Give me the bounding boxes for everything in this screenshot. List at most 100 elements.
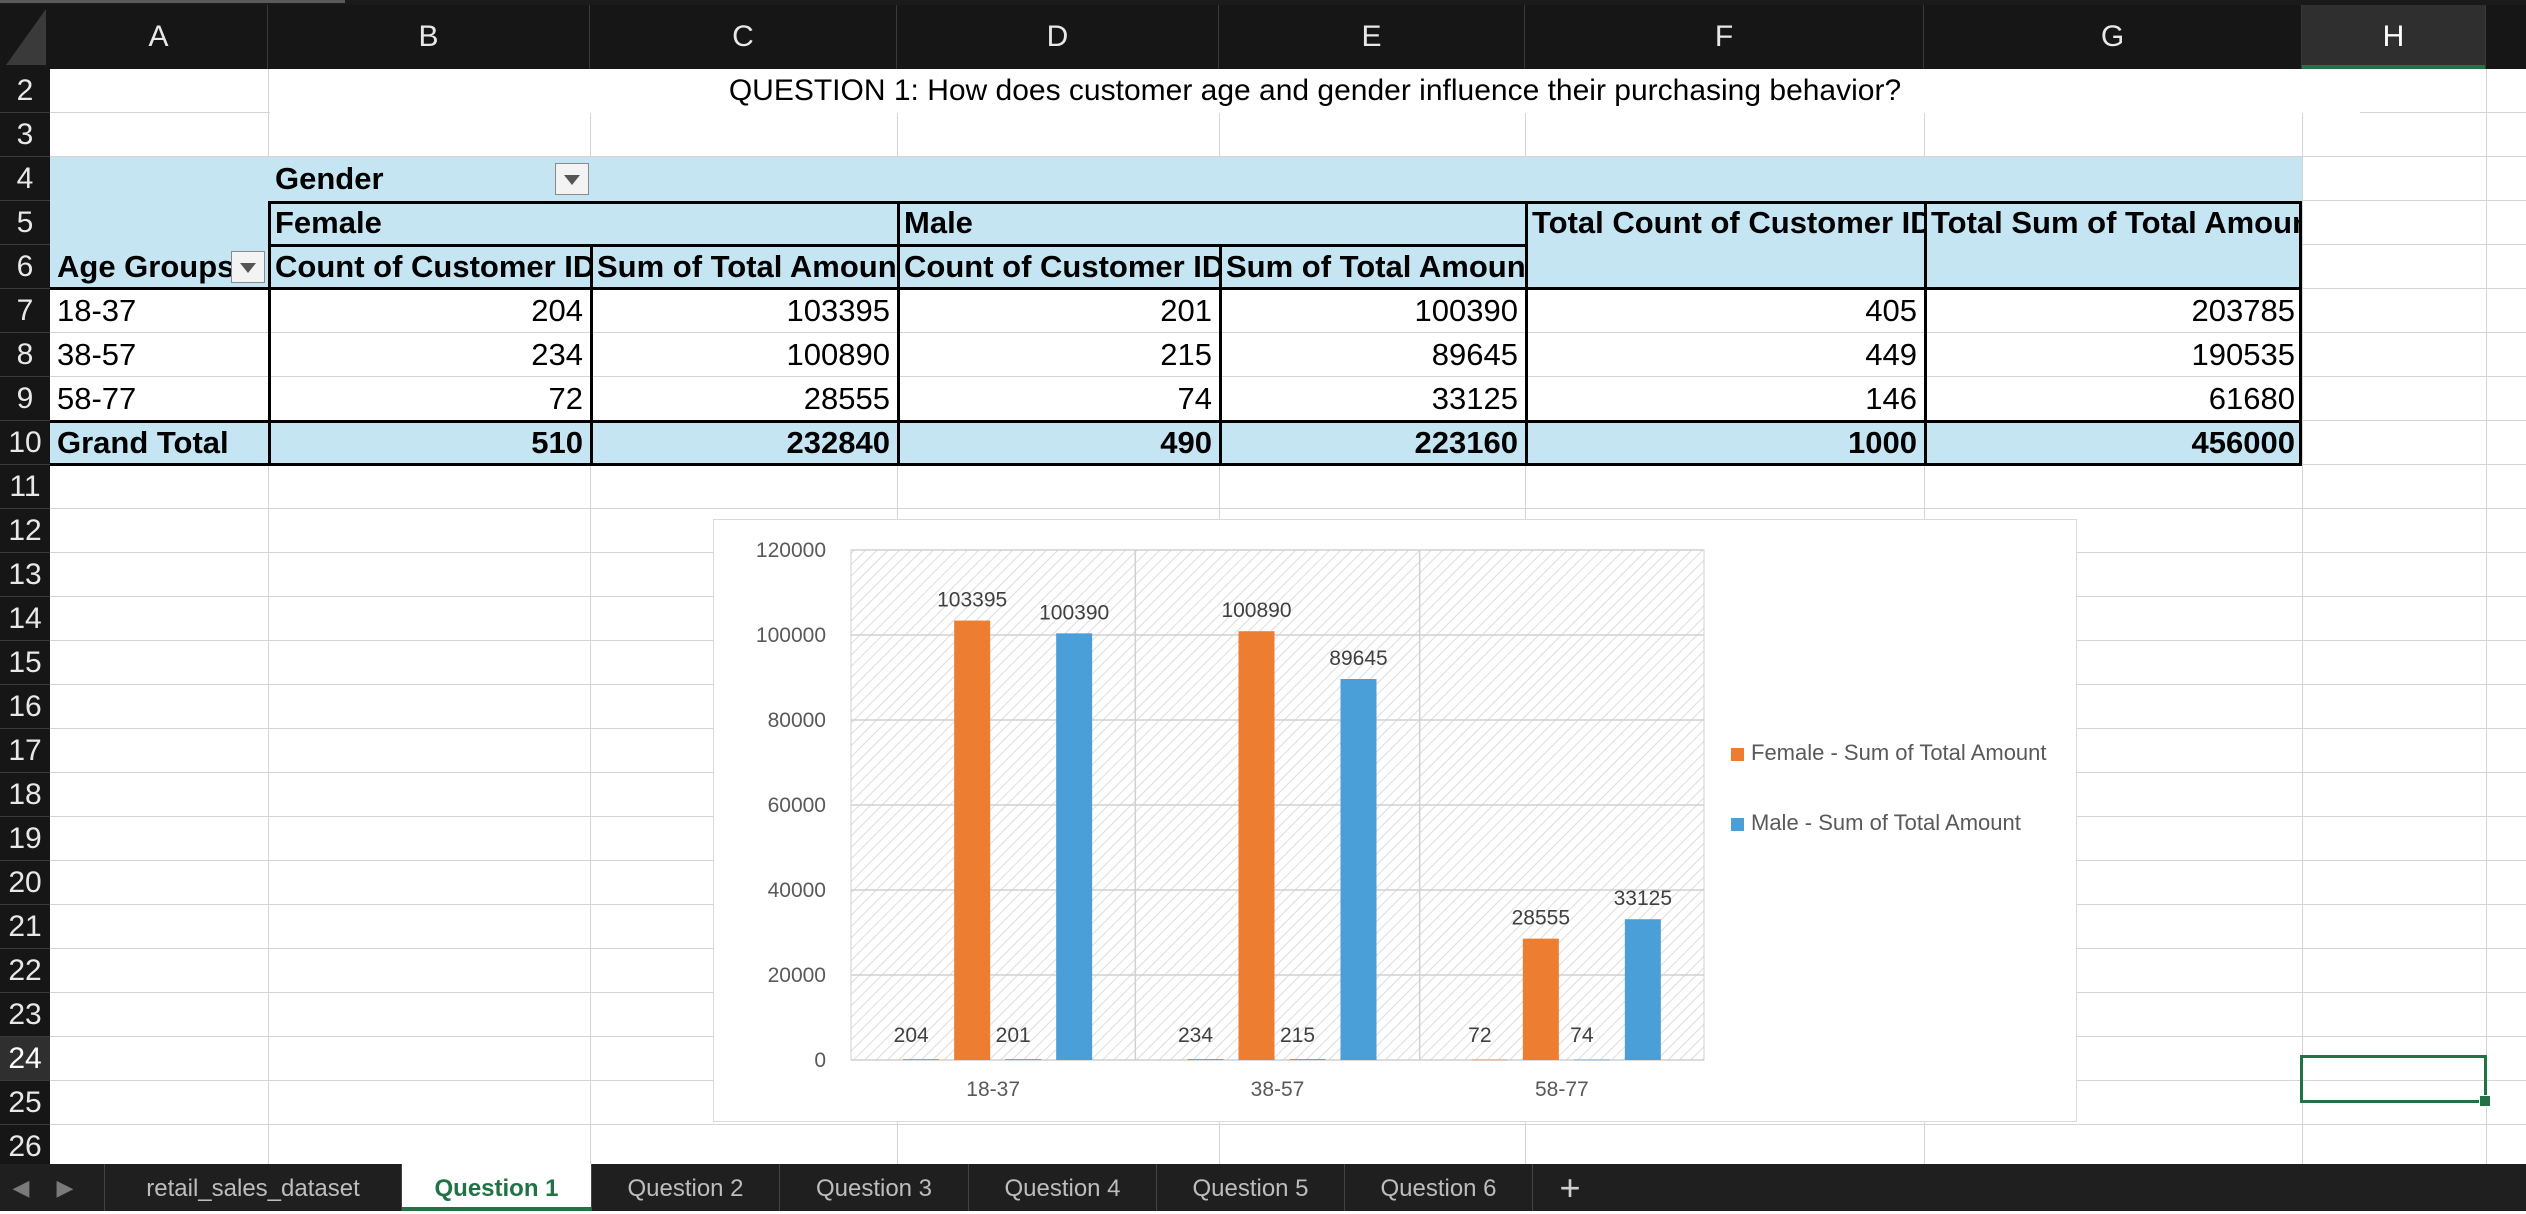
- pivot-female-label[interactable]: Female: [268, 201, 590, 245]
- row-header-8[interactable]: 8: [0, 333, 50, 377]
- pivot-cell[interactable]: 146: [1525, 377, 1924, 421]
- pivot-male-label[interactable]: Male: [897, 201, 1219, 245]
- sheet-title[interactable]: QUESTION 1: How does customer age and ge…: [270, 69, 2360, 113]
- pivot-gender-label[interactable]: Gender: [268, 157, 590, 201]
- row-header-23[interactable]: 23: [0, 993, 50, 1037]
- legend-swatch: [1731, 818, 1744, 831]
- pivot-cell[interactable]: 204: [268, 289, 590, 333]
- pivot-cell[interactable]: 201: [897, 289, 1219, 333]
- row-header-4[interactable]: 4: [0, 157, 50, 201]
- row-header-18[interactable]: 18: [0, 773, 50, 817]
- row-header-22[interactable]: 22: [0, 949, 50, 993]
- row-header-19[interactable]: 19: [0, 817, 50, 861]
- row-header-26[interactable]: 26: [0, 1125, 50, 1164]
- x-tick-label: 18-37: [966, 1078, 1020, 1101]
- x-tick-label: 58-77: [1535, 1078, 1589, 1101]
- column-header-b[interactable]: B: [268, 5, 590, 69]
- y-tick-label: 40000: [768, 879, 826, 902]
- sheet-tab-bar: ◀ ▶ retail_sales_dataset Question 1 Ques…: [0, 1164, 2526, 1211]
- y-tick-label: 100000: [756, 624, 826, 647]
- row-header-6[interactable]: 6: [0, 245, 50, 289]
- pivot-total-cell[interactable]: 1000: [1525, 421, 1924, 465]
- column-header-h[interactable]: H: [2302, 5, 2486, 69]
- pivot-row-label[interactable]: 58-77: [50, 377, 268, 421]
- pivot-cell[interactable]: 89645: [1219, 333, 1525, 377]
- pivot-cell[interactable]: 203785: [1924, 289, 2302, 333]
- pivot-cell[interactable]: 405: [1525, 289, 1924, 333]
- row-header-17[interactable]: 17: [0, 729, 50, 773]
- pivot-total-sum-header[interactable]: Total Sum of Total Amount: [1924, 201, 2302, 245]
- data-label: 100390: [1039, 601, 1109, 624]
- pivot-cell[interactable]: 103395: [590, 289, 897, 333]
- row-header-10[interactable]: 10: [0, 421, 50, 465]
- bar: [1238, 631, 1275, 1060]
- pivot-male-count-header[interactable]: Count of Customer ID: [897, 245, 1219, 289]
- row-header-14[interactable]: 14: [0, 597, 50, 641]
- pivot-cell[interactable]: 100390: [1219, 289, 1525, 333]
- pivot-total-cell[interactable]: 232840: [590, 421, 897, 465]
- row-header-21[interactable]: 21: [0, 905, 50, 949]
- pivot-cell[interactable]: 72: [268, 377, 590, 421]
- pivot-total-cell[interactable]: 223160: [1219, 421, 1525, 465]
- row-header-20[interactable]: 20: [0, 861, 50, 905]
- pivot-female-sum-header[interactable]: Sum of Total Amount: [590, 245, 897, 289]
- plus-icon[interactable]: +: [1540, 1164, 1600, 1211]
- bar-chart[interactable]: 0 20000 40000 60000 80000 100000 120000 204 1033…: [713, 519, 2077, 1122]
- pivot-grand-total-label[interactable]: Grand Total: [50, 421, 268, 465]
- pivot-male-sum-header[interactable]: Sum of Total Amount: [1219, 245, 1525, 289]
- chevron-right-icon[interactable]: ▶: [48, 1164, 82, 1211]
- pivot-row-label[interactable]: 18-37: [50, 289, 268, 333]
- pivot-cell[interactable]: 190535: [1924, 333, 2302, 377]
- tab-question-6[interactable]: Question 6: [1345, 1164, 1533, 1211]
- pivot-row-label[interactable]: 38-57: [50, 333, 268, 377]
- pivot-cell[interactable]: 215: [897, 333, 1219, 377]
- column-header-a[interactable]: A: [50, 5, 268, 69]
- filter-dropdown-icon[interactable]: [555, 163, 589, 195]
- fill-handle[interactable]: [2479, 1095, 2491, 1107]
- pivot-cell[interactable]: 100890: [590, 333, 897, 377]
- bar: [1005, 1059, 1042, 1060]
- pivot-cell[interactable]: 449: [1525, 333, 1924, 377]
- active-cell-selection[interactable]: [2300, 1055, 2491, 1107]
- row-header-25[interactable]: 25: [0, 1081, 50, 1125]
- row-header-5[interactable]: 5: [0, 201, 50, 245]
- chevron-left-icon[interactable]: ◀: [4, 1164, 38, 1211]
- pivot-total-count-header[interactable]: Total Count of Customer ID: [1525, 201, 1924, 245]
- column-header-g[interactable]: G: [1924, 5, 2302, 69]
- select-all-corner[interactable]: [0, 5, 50, 69]
- row-header-12[interactable]: 12: [0, 509, 50, 553]
- pivot-cell[interactable]: 74: [897, 377, 1219, 421]
- pivot-cell[interactable]: 33125: [1219, 377, 1525, 421]
- y-tick-label: 20000: [768, 964, 826, 987]
- column-header-c[interactable]: C: [590, 5, 897, 69]
- pivot-female-count-header[interactable]: Count of Customer ID: [268, 245, 590, 289]
- filter-dropdown-icon[interactable]: [231, 251, 265, 283]
- column-header-e[interactable]: E: [1219, 5, 1525, 69]
- row-header-15[interactable]: 15: [0, 641, 50, 685]
- pivot-cell[interactable]: 234: [268, 333, 590, 377]
- tab-question-5[interactable]: Question 5: [1157, 1164, 1345, 1211]
- column-header-d[interactable]: D: [897, 5, 1219, 69]
- data-label: 215: [1280, 1024, 1315, 1047]
- row-header-7[interactable]: 7: [0, 289, 50, 333]
- row-header-24[interactable]: 24: [0, 1037, 50, 1081]
- legend-label: Female - Sum of Total Amount: [1751, 740, 2047, 765]
- tab-question-4[interactable]: Question 4: [969, 1164, 1157, 1211]
- row-header-9[interactable]: 9: [0, 377, 50, 421]
- pivot-total-cell[interactable]: 490: [897, 421, 1219, 465]
- column-header-bar: A B C D E F G H: [0, 5, 2526, 69]
- tab-question-3[interactable]: Question 3: [780, 1164, 969, 1211]
- pivot-cell[interactable]: 61680: [1924, 377, 2302, 421]
- row-header-13[interactable]: 13: [0, 553, 50, 597]
- column-header-f[interactable]: F: [1525, 5, 1924, 69]
- row-header-2[interactable]: 2: [0, 69, 50, 113]
- row-header-11[interactable]: 11: [0, 465, 50, 509]
- pivot-cell[interactable]: 28555: [590, 377, 897, 421]
- pivot-total-cell[interactable]: 456000: [1924, 421, 2302, 465]
- row-header-16[interactable]: 16: [0, 685, 50, 729]
- row-header-3[interactable]: 3: [0, 113, 50, 157]
- tab-question-2[interactable]: Question 2: [592, 1164, 780, 1211]
- tab-retail-sales-dataset[interactable]: retail_sales_dataset: [104, 1164, 402, 1211]
- tab-question-1[interactable]: Question 1: [402, 1164, 592, 1211]
- pivot-total-cell[interactable]: 510: [268, 421, 590, 465]
